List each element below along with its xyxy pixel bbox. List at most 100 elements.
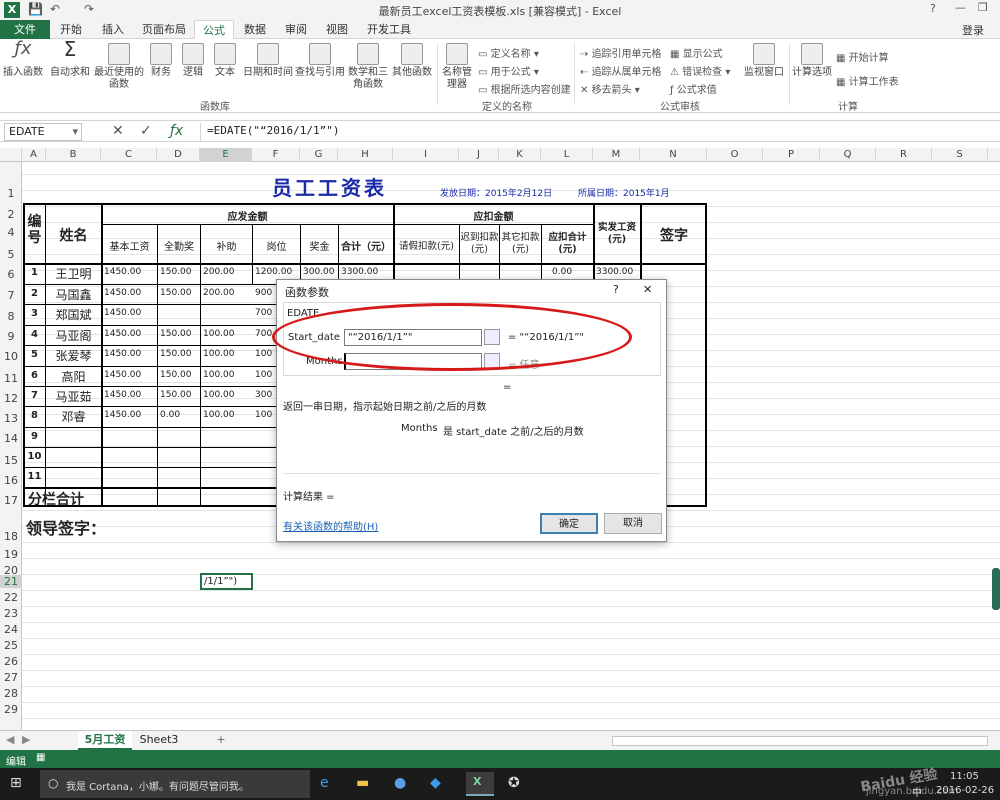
use-in-formula-button[interactable]: ▭ 用于公式 ▾ — [478, 63, 539, 78]
active-cell[interactable]: /1/1”") — [200, 573, 253, 590]
column-header[interactable]: D — [157, 148, 200, 162]
name-manager-button[interactable]: 名称管理器 — [440, 43, 474, 91]
cell-att[interactable]: 150.00 — [160, 329, 200, 339]
add-sheet-button[interactable]: + — [212, 731, 230, 750]
row-header[interactable]: 13 — [0, 412, 22, 425]
cell-name[interactable]: 王卫明 — [46, 265, 101, 282]
row-header[interactable]: 4 — [0, 226, 22, 239]
text-button[interactable]: 文本 — [210, 43, 240, 79]
tab-page-layout[interactable]: 页面布局 — [142, 20, 186, 39]
cancel-button[interactable]: 取消 — [604, 513, 662, 534]
ok-button[interactable]: 确定 — [540, 513, 598, 534]
browser-icon[interactable]: ● — [394, 775, 406, 791]
row-header[interactable]: 26 — [0, 655, 22, 668]
cell-name[interactable]: 高阳 — [46, 368, 101, 385]
security-icon[interactable]: ◆ — [430, 775, 441, 791]
watch-window-button[interactable]: 监视窗口 — [742, 43, 786, 79]
row-header[interactable]: 5 — [0, 248, 22, 261]
insert-function-icon[interactable]: ƒx — [170, 123, 183, 139]
recent-functions-button[interactable]: 最近使用的函数 — [94, 43, 144, 91]
app-icon[interactable]: ✪ — [508, 775, 520, 791]
math-trig-button[interactable]: 数学和三角函数 — [348, 43, 388, 91]
file-explorer-icon[interactable]: ▬ — [356, 775, 369, 791]
financial-button[interactable]: 财务 — [146, 43, 176, 79]
cell-sub[interactable]: 100.00 — [203, 370, 252, 380]
error-checking-button[interactable]: ⚠ 错误检查 ▾ — [670, 63, 730, 78]
column-header[interactable]: G — [300, 148, 338, 162]
cell-base[interactable]: 1450.00 — [104, 288, 157, 298]
row-header[interactable]: 27 — [0, 671, 22, 684]
tab-view[interactable]: 视图 — [326, 20, 348, 39]
sheet-tab-may-salary[interactable]: 5月工资 — [78, 731, 132, 750]
login-link[interactable]: 登录 — [962, 22, 984, 38]
cell-no[interactable]: 8 — [24, 410, 45, 421]
cell-sub[interactable]: 100.00 — [203, 329, 252, 339]
cell-bonus[interactable]: 300.00 — [303, 267, 338, 277]
cell-base[interactable]: 1450.00 — [104, 308, 157, 318]
horizontal-scrollbar[interactable] — [612, 736, 988, 746]
column-header[interactable]: A — [22, 148, 46, 162]
cell-base[interactable]: 1450.00 — [104, 349, 157, 359]
row-header[interactable]: 29 — [0, 703, 22, 716]
cell-name[interactable]: 马亚茹 — [46, 388, 101, 405]
formula-input[interactable]: =EDATE("“2016/1/1”") — [200, 123, 996, 141]
row-header[interactable]: 12 — [0, 392, 22, 405]
function-help-link[interactable]: 有关该函数的帮助(H) — [283, 518, 378, 533]
cell-no[interactable]: 3 — [24, 308, 45, 319]
cell-no[interactable]: 5 — [24, 349, 45, 360]
row-header[interactable]: 10 — [0, 350, 22, 363]
row-header[interactable]: 6 — [0, 268, 22, 281]
tab-file[interactable]: 文件 — [0, 20, 50, 39]
cell-att[interactable]: 0.00 — [160, 410, 200, 420]
cell-no[interactable]: 6 — [24, 370, 45, 381]
column-header[interactable]: O — [707, 148, 763, 162]
row-header[interactable]: 2 — [0, 208, 22, 221]
prev-sheet-icon[interactable]: ◀ — [6, 733, 14, 746]
help-icon[interactable]: ? — [930, 2, 936, 15]
column-header[interactable]: C — [101, 148, 157, 162]
dialog-help-button[interactable]: ? — [613, 283, 619, 296]
dialog-close-button[interactable]: ✕ — [643, 283, 652, 296]
more-functions-button[interactable]: 其他函数 — [390, 43, 434, 79]
next-sheet-icon[interactable]: ▶ — [22, 733, 30, 746]
cell-att[interactable]: 150.00 — [160, 370, 200, 380]
minimize-icon[interactable]: — — [955, 1, 966, 14]
column-header[interactable]: H — [338, 148, 393, 162]
excel-taskbar-icon[interactable]: X — [466, 772, 494, 796]
column-header[interactable]: J — [459, 148, 499, 162]
row-header[interactable]: 18 — [0, 530, 22, 543]
cortana-search-box[interactable]: ○ 我是 Cortana，小娜。有问题尽管问我。 — [40, 770, 310, 798]
select-all-corner[interactable] — [0, 148, 22, 162]
cell-sub[interactable]: 100.00 — [203, 349, 252, 359]
column-header[interactable]: S — [932, 148, 988, 162]
cell-total[interactable]: 3300.00 — [341, 267, 393, 277]
remove-arrows-button[interactable]: ✕ 移去箭头 ▾ — [580, 81, 640, 96]
column-header[interactable]: P — [763, 148, 820, 162]
row-header[interactable]: 28 — [0, 687, 22, 700]
cell-name[interactable]: 郑国斌 — [46, 306, 101, 323]
tab-formulas[interactable]: 公式 — [194, 20, 234, 39]
column-header[interactable]: F — [252, 148, 300, 162]
row-header[interactable]: 1 — [0, 187, 22, 200]
logical-button[interactable]: 逻辑 — [178, 43, 208, 79]
restore-icon[interactable]: ❐ — [978, 1, 988, 14]
insert-function-button[interactable]: ƒx 插入函数 — [2, 40, 44, 79]
name-box[interactable]: EDATE ▾ — [4, 123, 82, 141]
row-header[interactable]: 15 — [0, 454, 22, 467]
cell-att[interactable]: 150.00 — [160, 288, 200, 298]
cell-base[interactable]: 1450.00 — [104, 267, 157, 277]
cell-base[interactable]: 1450.00 — [104, 390, 157, 400]
cell-base[interactable]: 1450.00 — [104, 329, 157, 339]
cell-name[interactable]: 马亚阁 — [46, 327, 101, 344]
calc-options-button[interactable]: 计算选项 — [792, 43, 832, 79]
ime-indicator[interactable]: 中 — [912, 784, 922, 799]
edge-icon[interactable]: e — [320, 775, 329, 791]
row-header-active[interactable]: 21 — [0, 575, 22, 588]
cell-sub[interactable]: 100.00 — [203, 390, 252, 400]
cell-att[interactable]: 150.00 — [160, 267, 200, 277]
row-header[interactable]: 8 — [0, 310, 22, 323]
cell-name[interactable]: 马国鑫 — [46, 286, 101, 303]
cell-sub[interactable]: 100.00 — [203, 410, 252, 420]
chevron-down-icon[interactable]: ▾ — [72, 124, 78, 140]
column-header[interactable]: K — [499, 148, 541, 162]
